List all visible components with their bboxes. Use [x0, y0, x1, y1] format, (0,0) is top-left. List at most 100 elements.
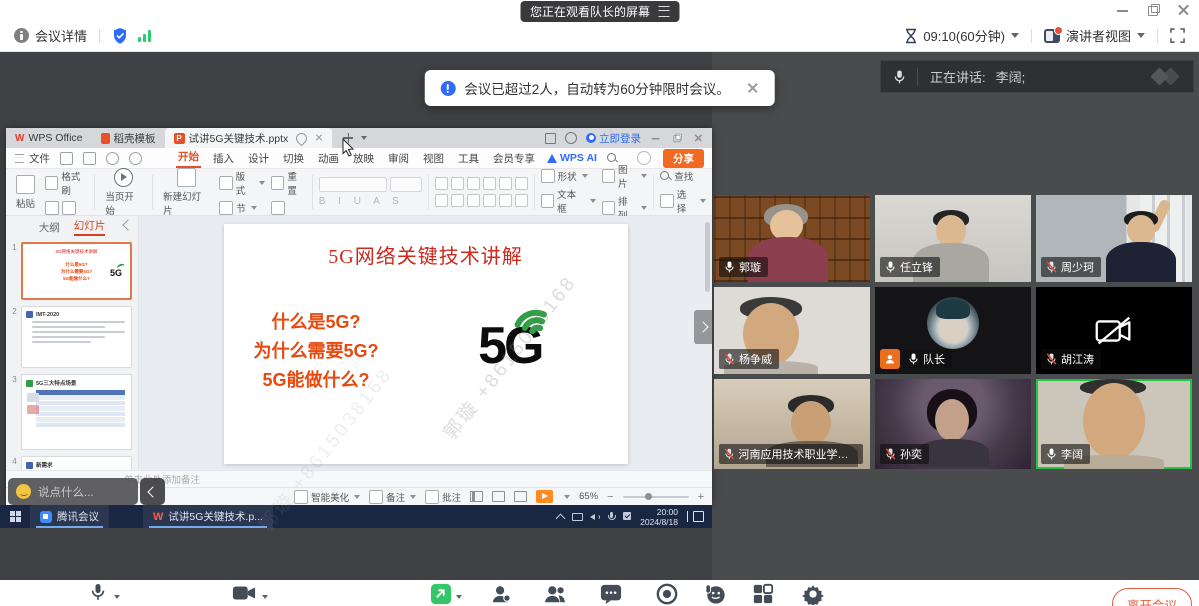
print-icon[interactable] — [83, 152, 96, 165]
fullscreen-icon[interactable] — [1170, 28, 1185, 43]
section-button[interactable]: 节 — [219, 201, 265, 215]
emoji-icon[interactable] — [16, 484, 31, 499]
slide-thumbnail-4[interactable]: 4 新需求 — [8, 456, 132, 470]
slides-tab[interactable]: 幻灯片 — [74, 218, 106, 236]
outline-tab[interactable]: 大纲 — [39, 220, 60, 235]
layout-button[interactable]: 版式 — [219, 169, 265, 197]
settings-button[interactable] — [802, 583, 824, 605]
expand-panel-button[interactable] — [694, 310, 712, 344]
ribbon-tab-tools[interactable]: 工具 — [456, 151, 481, 166]
members-button[interactable] — [544, 583, 568, 605]
close-tab-icon[interactable] — [315, 134, 323, 142]
participant-tile-active-speaker[interactable]: 李阔 — [1036, 379, 1192, 469]
notes-toggle-button[interactable]: 备注 — [369, 490, 416, 504]
slide-thumbnail-3[interactable]: 3 5G三大特点场景 — [8, 374, 132, 450]
taskbar-clock[interactable]: 20:00 2024/8/18 — [640, 507, 678, 527]
redo-icon[interactable] — [129, 152, 142, 165]
zoom-in-button[interactable]: + — [698, 491, 704, 503]
ribbon-tab-view[interactable]: 视图 — [421, 151, 446, 166]
copy-icon[interactable] — [62, 201, 76, 215]
minimize-button[interactable] — [1117, 4, 1129, 16]
mic-options-caret[interactable] — [114, 595, 120, 599]
camera-button[interactable] — [232, 583, 256, 603]
pin-tab-icon[interactable] — [294, 130, 310, 146]
taskbar-app-wps[interactable]: W 试讲5G关键技术.p... — [143, 505, 273, 528]
wps-restore-button[interactable] — [673, 134, 681, 142]
zoom-slider[interactable] — [623, 496, 689, 498]
slide-thumbnail-2[interactable]: 2 IMT-2020 — [8, 306, 132, 368]
sorter-view-button[interactable] — [492, 491, 505, 502]
invite-button[interactable] — [490, 583, 512, 605]
record-button[interactable] — [656, 583, 678, 605]
volume-tray-icon[interactable] — [589, 512, 599, 521]
select-button[interactable]: 选择 — [660, 187, 706, 215]
meeting-details-button[interactable]: 会议详情 — [35, 26, 87, 45]
save-icon[interactable] — [60, 152, 73, 165]
participant-tile[interactable]: 队长 — [875, 287, 1031, 374]
file-menu[interactable]: 文件 — [14, 151, 50, 166]
smart-beautify-button[interactable]: 智能美化 — [294, 490, 360, 504]
participant-tile[interactable]: 郭璇 — [714, 195, 870, 282]
leave-meeting-button[interactable]: 离开会议 — [1112, 588, 1192, 606]
zoom-out-button[interactable]: − — [607, 491, 613, 503]
ribbon-tab-design[interactable]: 设计 — [246, 151, 271, 166]
font-size-box[interactable] — [390, 177, 422, 192]
paste-button[interactable]: 粘贴 — [12, 174, 39, 211]
current-slide[interactable]: 5G网络关键技术讲解 什么是5G? 为什么需要5G? 5G能做什么? 5G — [224, 224, 628, 464]
notes-icon[interactable] — [271, 201, 285, 215]
search-icon[interactable] — [607, 153, 618, 164]
paragraph-buttons-row2[interactable] — [435, 194, 528, 207]
tab-docer[interactable]: 稻壳模板 — [92, 128, 165, 148]
share-options-caret[interactable] — [456, 595, 462, 599]
normal-view-button[interactable] — [470, 491, 483, 502]
ribbon-tab-transition[interactable]: 切换 — [281, 151, 306, 166]
slideshow-play-button[interactable] — [536, 490, 553, 503]
watching-screen-banner[interactable]: 您正在观看队长的屏幕 — [520, 1, 679, 22]
banner-menu-icon[interactable] — [658, 6, 669, 17]
font-name-box[interactable] — [319, 177, 387, 192]
collapse-panel-icon[interactable] — [122, 219, 133, 230]
participant-tile[interactable]: 胡江涛 — [1036, 287, 1192, 374]
close-button[interactable] — [1177, 4, 1189, 16]
view-mode-button[interactable]: 演讲者视图 — [1066, 26, 1131, 45]
camera-options-caret[interactable] — [262, 595, 268, 599]
taskbar-app-meeting[interactable]: 腾讯会议 — [30, 505, 109, 528]
ribbon-tab-review[interactable]: 审阅 — [386, 151, 411, 166]
undo-icon[interactable] — [106, 152, 119, 165]
ribbon-tab-home[interactable]: 开始 — [176, 149, 201, 168]
security-shield-icon[interactable] — [112, 27, 128, 45]
tab-document[interactable]: P 试讲5G关键技术.pptx — [165, 128, 333, 148]
font-style-buttons[interactable]: B I U A S — [319, 196, 404, 207]
participant-tile[interactable]: 周少珂 — [1036, 195, 1192, 282]
ribbon-tab-animation[interactable]: 动画 — [316, 151, 341, 166]
play-from-current-button[interactable]: 当页开始 — [101, 167, 146, 218]
reaction-button[interactable] — [704, 583, 727, 605]
security-tray-icon[interactable] — [623, 512, 633, 521]
apps-button[interactable] — [752, 583, 774, 605]
timer-dropdown-caret[interactable] — [1011, 33, 1019, 38]
network-signal-icon[interactable] — [138, 30, 151, 42]
wps-minimize-button[interactable] — [652, 134, 660, 142]
login-button[interactable]: 立即登录 — [586, 131, 641, 146]
find-button[interactable]: 查找 — [660, 169, 706, 183]
textbox-button[interactable]: 文本框 — [541, 187, 596, 215]
new-slide-button[interactable]: 新建幻灯片 — [159, 167, 213, 218]
participant-tile[interactable]: 任立锋 — [875, 195, 1031, 282]
comment-button[interactable]: 批注 — [425, 490, 461, 504]
mic-button[interactable] — [88, 583, 108, 605]
display-tray-icon[interactable] — [572, 512, 582, 521]
reading-view-button[interactable] — [514, 491, 527, 502]
canvas-scrollbar[interactable] — [705, 222, 710, 292]
format-painter-button[interactable]: 格式刷 — [45, 169, 88, 197]
tray-expand-icon[interactable] — [555, 512, 565, 521]
start-button[interactable] — [0, 511, 30, 522]
participant-tile[interactable]: 杨争威 — [714, 287, 870, 374]
cut-icon[interactable] — [45, 201, 59, 215]
participant-tile[interactable]: 河南应用技术职业学院-... — [714, 379, 870, 469]
paragraph-buttons-row1[interactable] — [435, 177, 528, 190]
window-layout-icon[interactable] — [545, 133, 556, 144]
wps-close-button[interactable] — [694, 134, 702, 142]
chat-input[interactable]: 说点什么... — [8, 478, 138, 505]
participant-tile[interactable]: 孙奕 — [875, 379, 1031, 469]
restore-button[interactable] — [1147, 4, 1159, 16]
